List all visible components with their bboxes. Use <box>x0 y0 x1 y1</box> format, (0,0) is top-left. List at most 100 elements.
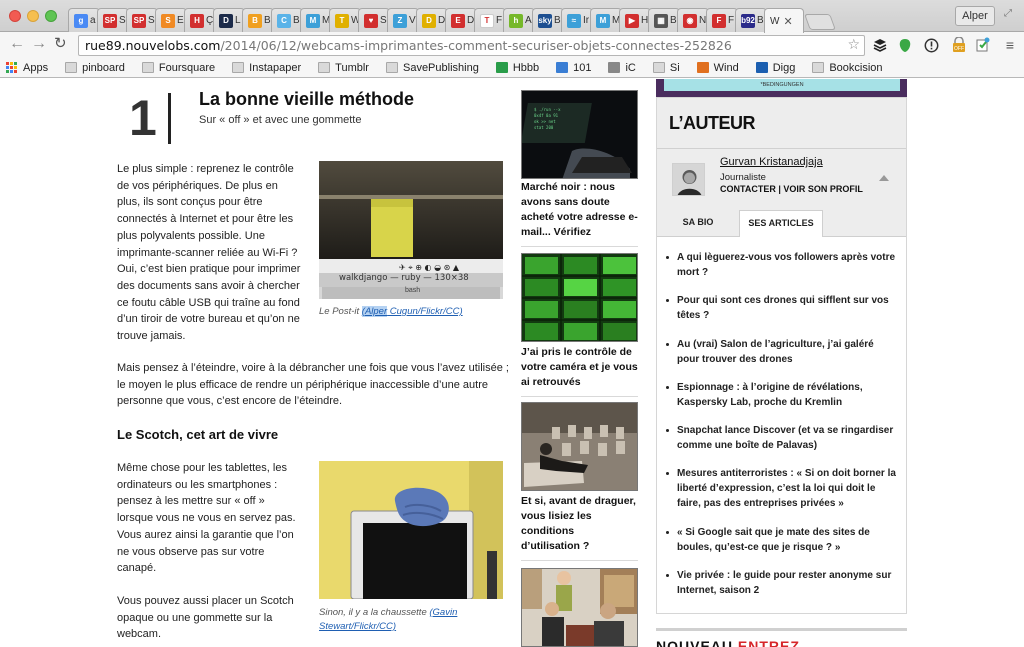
caption-link[interactable]: Stewart/Flickr/CC) <box>319 621 396 632</box>
layers-extension-icon[interactable] <box>872 37 888 53</box>
bookmark-item[interactable]: Instapaper <box>232 62 301 74</box>
paragraph-3: Même chose pour les tablettes, les ordina… <box>117 460 312 577</box>
profile-button[interactable]: Alper <box>955 6 995 26</box>
browser-tab[interactable]: ♥ S <box>358 8 390 32</box>
browser-tab[interactable]: DD <box>416 8 448 32</box>
back-icon[interactable]: ← <box>9 36 25 52</box>
avatar[interactable] <box>672 163 705 196</box>
author-links[interactable]: CONTACTER | VOIR SON PROFIL <box>720 184 863 194</box>
browser-tab[interactable]: TF <box>474 8 506 32</box>
sync-extension-icon[interactable] <box>975 37 991 53</box>
title-line: acheté votre adresse e- <box>521 211 638 223</box>
related-2-title[interactable]: J’ai pris le contrôle de votre caméra et … <box>521 345 639 390</box>
text-line: imprimante-scanner reliée au Wi-Fi ? <box>117 246 298 259</box>
tab-title: A <box>525 15 532 26</box>
author-name-link[interactable]: Gurvan Kristanadjaja <box>720 156 823 168</box>
related-1-thumbnail[interactable]: $ ./run --x 0x4f 0a 91 ok >> net stat 200 <box>521 90 638 179</box>
info-extension-icon[interactable] <box>923 37 939 53</box>
bookmark-item[interactable]: Apps <box>6 61 48 74</box>
bookmark-item[interactable]: Wind <box>696 61 739 74</box>
forward-icon[interactable]: → <box>31 36 47 52</box>
close-window-button[interactable] <box>9 10 21 22</box>
browser-tab[interactable]: SP S <box>97 8 129 32</box>
section-number: 1 <box>129 90 157 146</box>
browser-tab[interactable]: FF <box>706 8 738 32</box>
tab-articles[interactable]: SES ARTICLES <box>739 210 823 237</box>
author-article-link[interactable]: « Si Google sait que je mate des sites d… <box>663 525 903 568</box>
off-extension-icon[interactable]: OFF <box>951 37 967 53</box>
bookmark-label: Wind <box>713 61 739 74</box>
title-line: vous lisiez les <box>521 510 592 522</box>
browser-tab[interactable]: sky B <box>532 8 564 32</box>
author-article-link[interactable]: Snapchat lance Discover (et va se ringar… <box>663 423 903 466</box>
browser-tab[interactable]: ▶ H <box>619 8 651 32</box>
browser-tab[interactable]: BB <box>242 8 274 32</box>
browser-tab[interactable]: SE <box>155 8 187 32</box>
browser-tab[interactable]: TW <box>329 8 361 32</box>
author-article-link[interactable]: A qui lèguerez-vous vos followers après … <box>663 250 903 293</box>
bookmark-item[interactable]: Bookcision <box>812 62 883 74</box>
bookmark-item[interactable]: Tumblr <box>318 62 369 74</box>
browser-tab[interactable]: ED <box>445 8 477 32</box>
zoom-window-button[interactable] <box>45 10 57 22</box>
caption-link[interactable]: Cugun/Flickr/CC) <box>387 306 463 317</box>
address-bar[interactable]: rue89.nouvelobs.com/2014/06/12/webcams-i… <box>78 35 865 56</box>
author-article-link[interactable]: Vie privée : le guide pour rester anonym… <box>663 568 903 611</box>
sock-webcam-photo[interactable] <box>319 461 503 599</box>
tab-title: W <box>770 15 780 27</box>
browser-tab[interactable]: HÇ <box>184 8 216 32</box>
fullscreen-icon[interactable]: ⤢ <box>1004 8 1012 19</box>
separator <box>521 396 638 397</box>
browser-tab[interactable]: MM <box>590 8 622 32</box>
evernote-extension-icon[interactable] <box>897 37 913 53</box>
menu-icon[interactable]: ≡ <box>1002 37 1018 53</box>
caption-link[interactable]: (Gavin <box>429 607 457 618</box>
bookmark-item[interactable]: iC <box>608 62 636 74</box>
browser-tab[interactable]: SP S <box>126 8 158 32</box>
text-line: canapé. <box>117 562 157 575</box>
bookmark-star-icon[interactable]: ☆ <box>847 37 860 53</box>
author-article-link[interactable]: Espionnage : à l’origine de révélations,… <box>663 380 903 423</box>
author-article-link[interactable]: Pour qui sont ces drones qui sifflent su… <box>663 293 903 336</box>
related-1-title[interactable]: Marché noir : nous avons sans doute acheté… <box>521 180 639 240</box>
tab-bio[interactable]: SA BIO <box>672 210 724 235</box>
article-title-line: pour trouver des drones <box>677 353 793 365</box>
caption-link-selected[interactable]: (Alper <box>361 306 388 317</box>
bookmark-item[interactable]: Foursquare <box>141 62 215 74</box>
browser-tab[interactable]: hA <box>503 8 535 32</box>
bookmark-item[interactable]: Hbbb <box>495 62 539 74</box>
text-line: personne que vous, c’est encore de l’éte… <box>117 395 343 408</box>
browser-tab[interactable]: CB <box>271 8 303 32</box>
browser-tab[interactable]: ◉ N <box>677 8 709 32</box>
browser-tab[interactable]: ▦ B <box>648 8 680 32</box>
active-tab[interactable]: W ✕ <box>764 8 804 33</box>
close-tab-icon[interactable]: ✕ <box>783 15 792 28</box>
related-2-thumbnail[interactable] <box>521 253 638 342</box>
related-3-title[interactable]: Et si, avant de draguer, vous lisiez les c… <box>521 494 639 554</box>
minimize-window-button[interactable] <box>27 10 39 22</box>
browser-tab[interactable]: ZV <box>387 8 419 32</box>
browser-tab[interactable]: ga <box>68 8 100 32</box>
browser-tab[interactable]: ≈ Ir <box>561 8 593 32</box>
article-title-line: Vie privée : le guide pour rester anonym… <box>677 570 892 582</box>
bookmark-item[interactable]: Digg <box>755 62 795 74</box>
tab-title: S <box>380 15 387 26</box>
reload-icon[interactable]: ↻ <box>54 36 67 52</box>
browser-tab[interactable]: MM <box>300 8 332 32</box>
bookmark-item[interactable]: pinboard <box>65 62 125 74</box>
article-title-line: faire, pas des entreprises privées » <box>677 498 844 510</box>
author-article-link[interactable]: Mesures antiterroristes : « Si on doit b… <box>663 466 903 525</box>
bookmark-label: pinboard <box>82 61 125 74</box>
bookmark-item[interactable]: SavePublishing <box>385 62 479 74</box>
collapse-arrow-icon[interactable] <box>879 175 889 181</box>
related-4-thumbnail[interactable] <box>521 568 638 647</box>
author-article-link[interactable]: Au (vrai) Salon de l’agriculture, j’ai g… <box>663 337 903 380</box>
s-icon: S <box>161 13 175 28</box>
new-tab-button[interactable] <box>804 14 836 30</box>
related-3-thumbnail[interactable] <box>521 402 638 491</box>
browser-tab[interactable]: b92 B <box>735 8 767 32</box>
bookmark-item[interactable]: Si <box>652 62 680 74</box>
bookmark-item[interactable]: 101 <box>556 62 591 74</box>
browser-tab[interactable]: DL <box>213 8 245 32</box>
author-heading: L’AUTEUR <box>669 113 756 133</box>
